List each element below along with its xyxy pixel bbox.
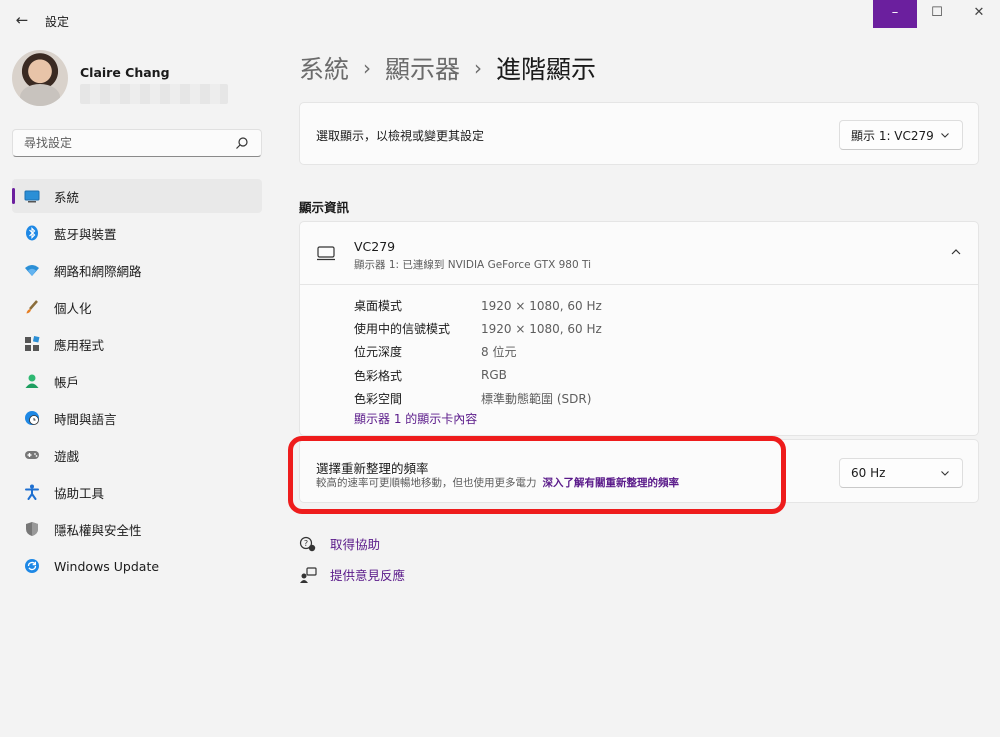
get-help-label: 取得協助 <box>330 537 381 552</box>
property-key: 桌面模式 <box>354 299 403 314</box>
sidebar-item-network[interactable]: 網路和網際網路 <box>12 253 262 287</box>
sidebar-item-windows-update[interactable]: Windows Update <box>12 549 262 583</box>
sidebar-item-gaming[interactable]: 遊戲 <box>12 438 262 472</box>
monitor-icon <box>317 246 335 261</box>
adapter-properties-link[interactable]: 顯示器 1 的顯示卡內容 <box>354 410 477 427</box>
display-info-heading: 顯示資訊 <box>299 200 350 215</box>
property-row: 桌面模式 1920 × 1080, 60 Hz <box>354 294 602 317</box>
chevron-right-icon: › <box>474 56 483 80</box>
display-select-dropdown[interactable]: 顯示 1: VC279 <box>839 120 963 150</box>
sidebar-item-apps[interactable]: 應用程式 <box>12 327 262 361</box>
property-value: 1920 × 1080, 60 Hz <box>481 321 602 336</box>
property-row: 使用中的信號模式 1920 × 1080, 60 Hz <box>354 317 602 340</box>
close-button[interactable]: ✕ <box>957 0 1000 28</box>
property-value: 1920 × 1080, 60 Hz <box>481 298 602 313</box>
breadcrumb-system[interactable]: 系統 <box>299 50 349 86</box>
sidebar-nav: 系統 藍牙與裝置 網路和網際網路 個人化 應用程式 帳戶 時間與語言 遊戲 協助… <box>12 179 262 586</box>
breadcrumb: 系統 › 顯示器 › 進階顯示 <box>299 50 596 86</box>
sidebar-item-label: 藍牙與裝置 <box>54 226 117 242</box>
property-row: 色彩格式 RGB <box>354 364 602 387</box>
sidebar-item-accounts[interactable]: 帳戶 <box>12 364 262 398</box>
display-subtitle: 顯示器 1: 已連線到 NVIDIA GeForce GTX 980 Ti <box>354 259 592 271</box>
help-icon: ? <box>299 536 316 551</box>
sidebar-item-bluetooth[interactable]: 藍牙與裝置 <box>12 216 262 250</box>
sidebar-item-label: 應用程式 <box>54 337 105 353</box>
property-row: 位元深度 8 位元 <box>354 340 602 363</box>
sidebar-item-time-language[interactable]: 時間與語言 <box>12 401 262 435</box>
display-select-value: 顯示 1: VC279 <box>851 128 934 143</box>
sidebar-item-accessibility[interactable]: 協助工具 <box>12 475 262 509</box>
maximize-button[interactable]: ☐ <box>915 0 959 28</box>
page-title: 進階顯示 <box>496 55 597 84</box>
back-arrow-icon[interactable]: ← <box>12 10 32 30</box>
sidebar-item-system[interactable]: 系統 <box>12 179 262 213</box>
sidebar-item-label: 時間與語言 <box>54 411 117 427</box>
title-bar: ← 設定 – ☐ ✕ <box>0 0 1000 40</box>
user-name: Claire Chang <box>80 65 170 80</box>
sidebar-item-privacy-security[interactable]: 隱私權與安全性 <box>12 512 262 546</box>
property-value: 8 位元 <box>481 345 517 360</box>
svg-text:?: ? <box>304 539 308 548</box>
property-key: 位元深度 <box>354 345 403 360</box>
accessibility-icon <box>24 484 40 500</box>
monitor-icon <box>24 188 40 204</box>
app-title: 設定 <box>45 15 70 29</box>
sidebar-item-label: 協助工具 <box>54 485 105 501</box>
feedback-link[interactable]: 提供意見反應 <box>299 565 405 584</box>
search-box <box>12 129 262 157</box>
property-key: 色彩空間 <box>354 391 403 406</box>
sidebar-item-label: 系統 <box>54 189 80 205</box>
shield-icon <box>24 521 40 537</box>
display-info-header[interactable]: VC279 顯示器 1: 已連線到 NVIDIA GeForce GTX 980… <box>300 222 978 285</box>
feedback-icon <box>300 566 317 583</box>
feedback-label: 提供意見反應 <box>330 568 406 583</box>
sidebar-item-label: 隱私權與安全性 <box>54 522 142 538</box>
property-key: 使用中的信號模式 <box>354 322 451 337</box>
avatar[interactable] <box>12 50 68 106</box>
chevron-down-icon <box>941 471 949 476</box>
globe-clock-icon <box>24 410 40 426</box>
sidebar-item-label: 個人化 <box>54 300 92 316</box>
refresh-rate-value: 60 Hz <box>851 466 886 480</box>
select-display-label: 選取顯示，以檢視或變更其設定 <box>316 129 485 143</box>
sidebar-item-personalization[interactable]: 個人化 <box>12 290 262 324</box>
select-display-card: 選取顯示，以檢視或變更其設定 顯示 1: VC279 <box>299 102 979 165</box>
wifi-icon <box>24 262 40 278</box>
property-key: 色彩格式 <box>354 368 403 383</box>
display-name: VC279 <box>354 239 396 254</box>
sidebar-item-label: 網路和網際網路 <box>54 263 142 279</box>
refresh-rate-dropdown[interactable]: 60 Hz <box>839 458 963 488</box>
chevron-right-icon: › <box>363 56 372 80</box>
property-value: 標準動態範圍 (SDR) <box>481 391 592 406</box>
update-icon <box>24 558 40 574</box>
sidebar-item-label: 遊戲 <box>54 448 80 464</box>
search-input[interactable] <box>13 130 223 156</box>
minimize-button[interactable]: – <box>873 0 917 28</box>
property-row: 色彩空間 標準動態範圍 (SDR) <box>354 387 602 410</box>
property-value: RGB <box>481 368 507 383</box>
highlight-annotation <box>288 436 786 514</box>
search-icon[interactable] <box>235 136 249 150</box>
display-info-card: VC279 顯示器 1: 已連線到 NVIDIA GeForce GTX 980… <box>299 221 979 436</box>
display-properties: 桌面模式 1920 × 1080, 60 Hz 使用中的信號模式 1920 × … <box>354 294 602 410</box>
bluetooth-icon <box>24 225 40 241</box>
account-icon <box>24 373 40 389</box>
get-help-link[interactable]: ? 取得協助 <box>299 534 380 553</box>
apps-icon <box>24 336 40 352</box>
chevron-down-icon <box>941 133 949 138</box>
sidebar-item-label: Windows Update <box>54 558 160 574</box>
breadcrumb-display[interactable]: 顯示器 <box>385 50 460 86</box>
gamepad-icon <box>24 447 40 463</box>
sidebar-item-label: 帳戶 <box>54 374 80 390</box>
user-email-redacted <box>80 84 228 104</box>
chevron-up-icon[interactable] <box>950 246 962 258</box>
brush-icon <box>24 299 40 315</box>
